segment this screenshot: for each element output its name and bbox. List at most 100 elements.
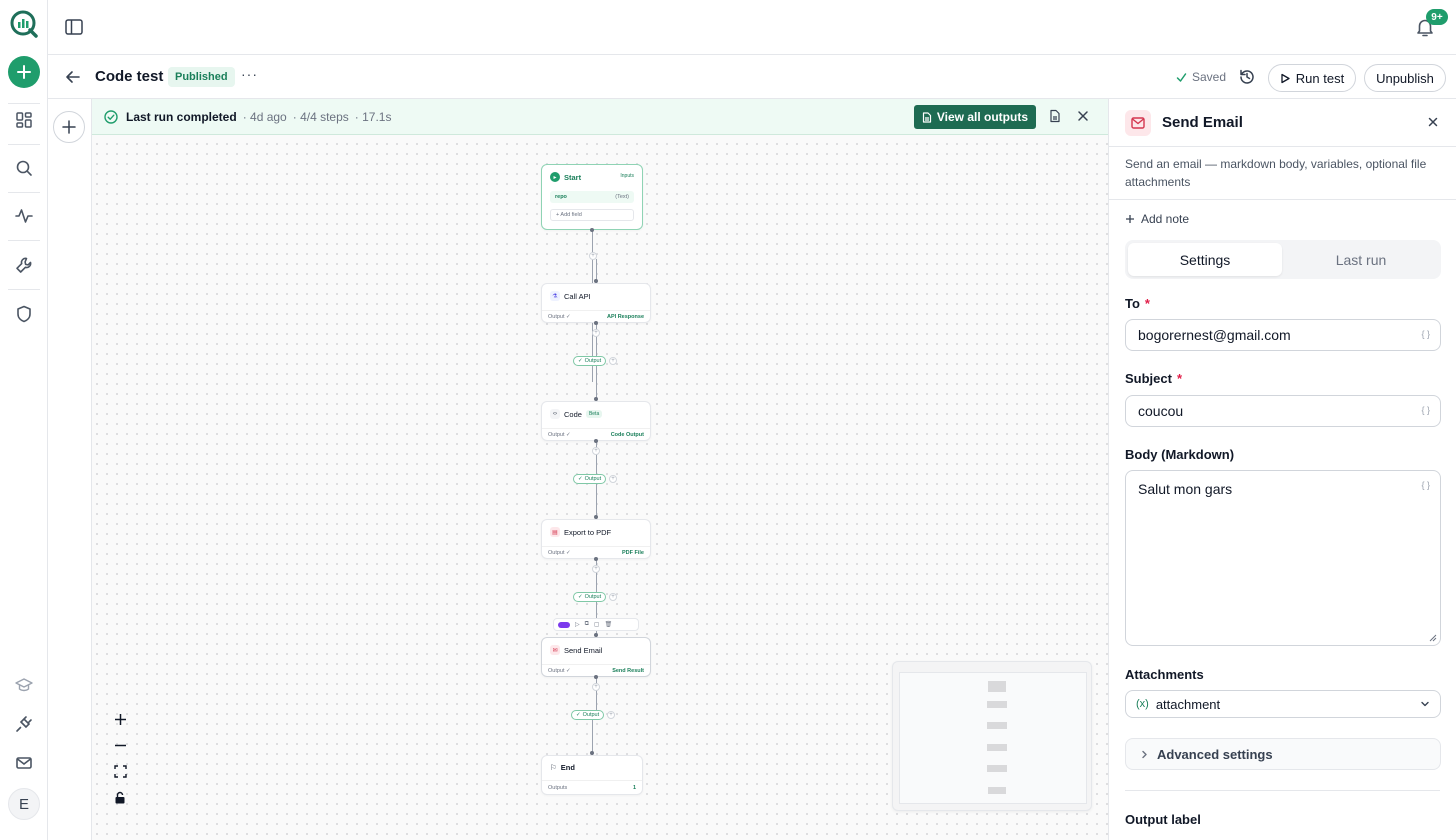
plus-icon [62,120,76,134]
mail-icon[interactable] [12,751,36,775]
code-output: Output ✓ [548,431,571,438]
start-node[interactable]: ▸ Start Inputs repo (Text) + Add field [541,164,643,230]
output-pill[interactable]: ✓ Output [573,356,607,366]
start-node-title: Start [564,172,582,182]
wrench-icon[interactable] [12,253,36,277]
add-step-button[interactable]: + [589,252,597,260]
start-field-name: repo [555,194,567,200]
handle[interactable] [594,675,598,679]
minimap-node [987,765,1007,772]
advanced-settings-label: Advanced settings [1157,746,1273,762]
variable-icon[interactable]: { } [1421,329,1430,339]
send-email-node[interactable]: ✉ Send Email Output ✓ Send Result [541,637,651,677]
document-icon[interactable] [1048,109,1062,123]
minimap-node [987,744,1007,751]
end-footer: Outputs 1 [542,780,642,794]
handle[interactable] [590,228,594,232]
duplicate-icon[interactable]: ▢ [594,621,600,628]
node-toolbar: ▷ ⧉ ▢ 🗑 [553,618,639,631]
required-mark: * [1176,371,1183,386]
attachments-select[interactable]: (x) attachment [1125,690,1441,718]
resize-handle-icon[interactable] [1429,634,1437,642]
dashboard-icon[interactable] [12,108,36,132]
code-node[interactable]: ‹› Code Beta Output ✓ Code Output [541,401,651,441]
handle[interactable] [594,321,598,325]
history-icon[interactable] [1238,68,1256,86]
tab-last-run[interactable]: Last run [1284,243,1438,276]
output-pill[interactable]: ✓ Output [571,710,605,720]
output-pill[interactable]: ✓ Output [573,474,607,484]
back-arrow-icon[interactable] [64,68,82,86]
subject-value: coucou [1138,403,1184,419]
minimap[interactable] [892,661,1092,811]
enable-toggle[interactable] [558,621,570,628]
handle[interactable] [594,439,598,443]
add-step-button[interactable]: + [607,711,615,719]
add-note-button[interactable]: Add note [1125,212,1189,226]
trash-icon[interactable]: 🗑 [605,621,613,628]
add-step-button[interactable]: + [609,357,617,365]
body-textarea[interactable]: Salut mon gars { } [1125,470,1441,646]
subject-field[interactable]: coucou { } [1125,395,1441,427]
view-all-outputs-button[interactable]: View all outputs [913,105,1036,129]
more-options-button[interactable]: ··· [241,66,258,82]
export-pdf-result: PDF File [621,549,644,556]
sidebar-toggle-icon[interactable] [64,17,84,37]
add-node-button[interactable] [53,111,85,143]
variable-icon: (x) [1136,698,1149,710]
plug-icon[interactable] [12,712,36,736]
rail-divider [8,103,40,104]
play-icon[interactable]: ▷ [575,621,580,628]
add-step-button[interactable]: + [592,329,600,337]
to-field[interactable]: bogorernest@gmail.com { } [1125,319,1441,351]
notifications-badge: 9+ [1426,9,1448,25]
add-step-button[interactable]: + [592,565,600,573]
output-pill[interactable]: ✓ Output [573,592,607,602]
handle[interactable] [594,557,598,561]
run-test-label: Run test [1295,70,1345,86]
output-pill-label: Output [584,594,602,600]
tab-settings[interactable]: Settings [1128,243,1282,276]
add-step-button[interactable]: + [609,593,617,601]
check-icon: ✓ [578,594,583,600]
export-pdf-title: Export to PDF [564,527,612,537]
end-node[interactable]: ⚐ End Outputs 1 [541,755,643,795]
saved-label: Saved [1191,70,1226,84]
shield-icon[interactable] [12,302,36,326]
call-api-node[interactable]: ⚗ Call API Output ✓ API Response [541,283,651,323]
add-step-button[interactable]: + [592,447,600,455]
run-test-button[interactable]: Run test [1268,64,1356,92]
variable-icon[interactable]: { } [1421,405,1430,415]
fit-view-button[interactable] [106,759,134,783]
send-email-output: Output ✓ [548,667,571,674]
check-icon: ✓ [578,358,583,364]
new-button[interactable] [8,56,40,88]
export-pdf-node[interactable]: ▤ Export to PDF Output ✓ PDF File [541,519,651,559]
activity-icon[interactable] [12,204,36,228]
logo-icon[interactable] [9,9,39,39]
search-icon[interactable] [12,156,36,180]
play-icon [1281,73,1290,83]
output-label-heading: Output label [1125,812,1201,827]
graduation-cap-icon[interactable] [12,673,36,697]
zoom-out-button[interactable] [106,733,134,757]
lock-button[interactable] [106,785,134,809]
close-icon[interactable] [1426,115,1440,129]
add-step-button[interactable]: + [592,683,600,691]
unpublish-button[interactable]: Unpublish [1364,64,1446,92]
advanced-settings-toggle[interactable]: Advanced settings [1125,738,1441,770]
start-field[interactable]: repo (Text) [550,191,634,203]
end-outputs-count: 1 [632,784,636,791]
workflow-canvas[interactable]: Last run completed · 4d ago · 4/4 steps … [92,99,1108,840]
close-icon[interactable] [1076,109,1090,123]
variable-icon[interactable]: { } [1421,480,1430,490]
plus-icon [114,713,126,725]
add-field-button[interactable]: + Add field [550,209,634,221]
user-avatar[interactable]: E [8,788,40,820]
zoom-in-button[interactable] [106,707,134,731]
pdf-icon: ▤ [550,527,560,537]
rail-divider [8,144,40,145]
copy-icon[interactable]: ⧉ [585,621,589,628]
check-circle-icon [104,109,118,124]
add-step-button[interactable]: + [609,475,617,483]
